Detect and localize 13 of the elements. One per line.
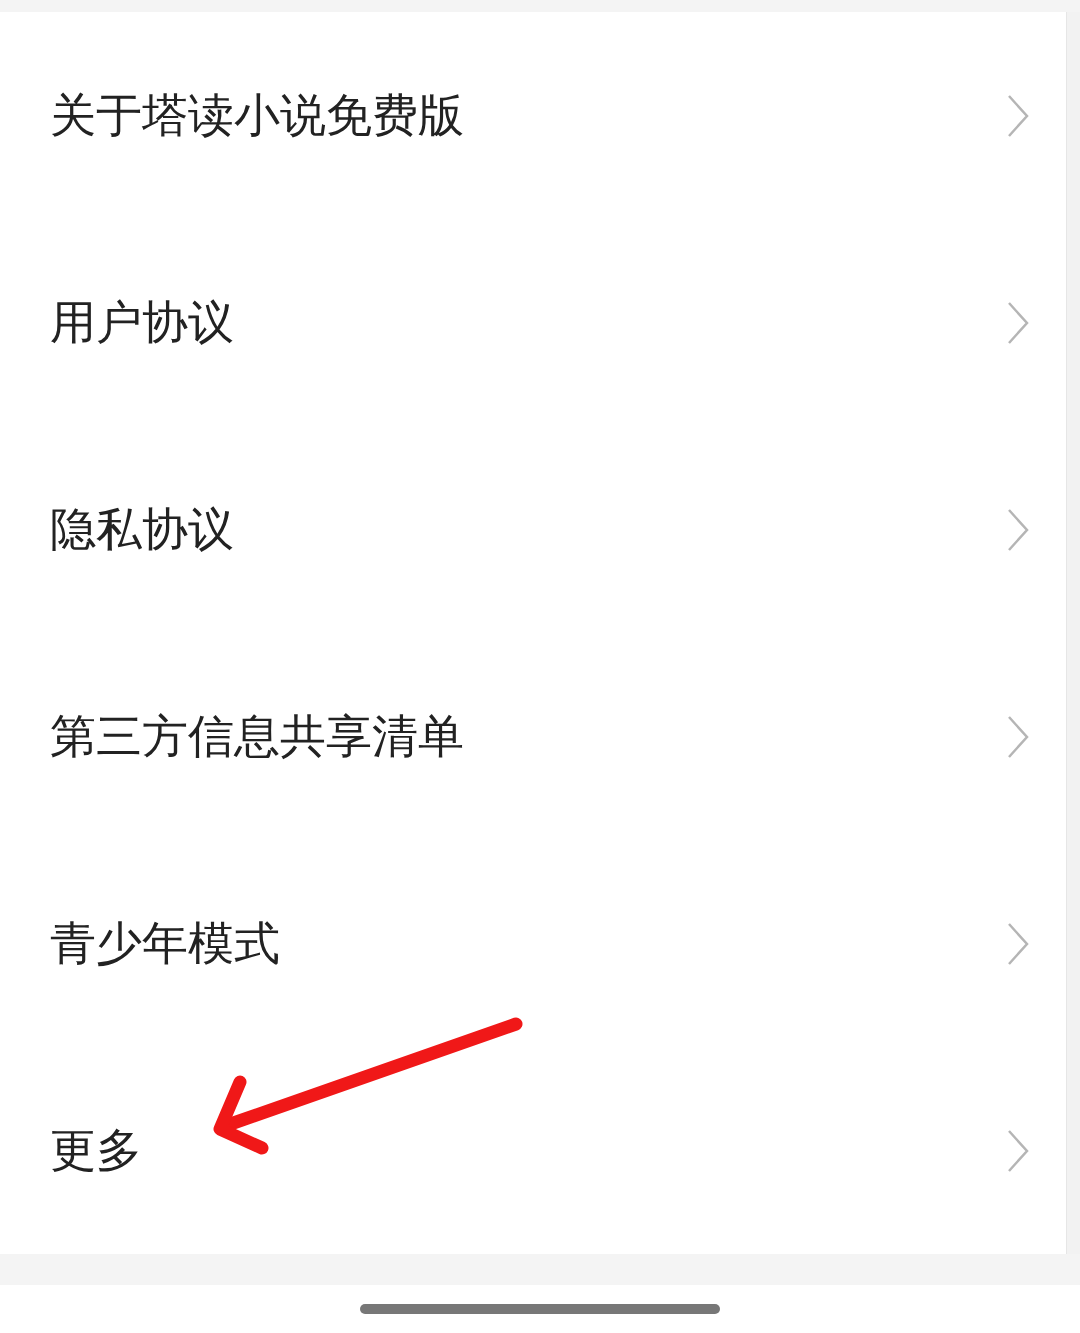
menu-item[interactable]: 用户协议 — [0, 219, 1066, 426]
chevron-right-icon — [1006, 507, 1030, 552]
chevron-right-icon — [1006, 1128, 1030, 1173]
menu-item[interactable]: 关于塔读小说免费版 — [0, 12, 1066, 219]
menu-item[interactable]: 第三方信息共享清单 — [0, 633, 1066, 840]
chevron-right-icon — [1006, 93, 1030, 138]
home-indicator[interactable] — [360, 1303, 720, 1314]
chevron-right-icon — [1006, 300, 1030, 345]
menu-item[interactable]: 更多 — [0, 1047, 1066, 1254]
menu-item[interactable]: 隐私协议 — [0, 426, 1066, 633]
chevron-right-icon — [1006, 921, 1030, 966]
chevron-right-icon — [1006, 714, 1030, 759]
menu-item[interactable]: 青少年模式 — [0, 840, 1066, 1047]
